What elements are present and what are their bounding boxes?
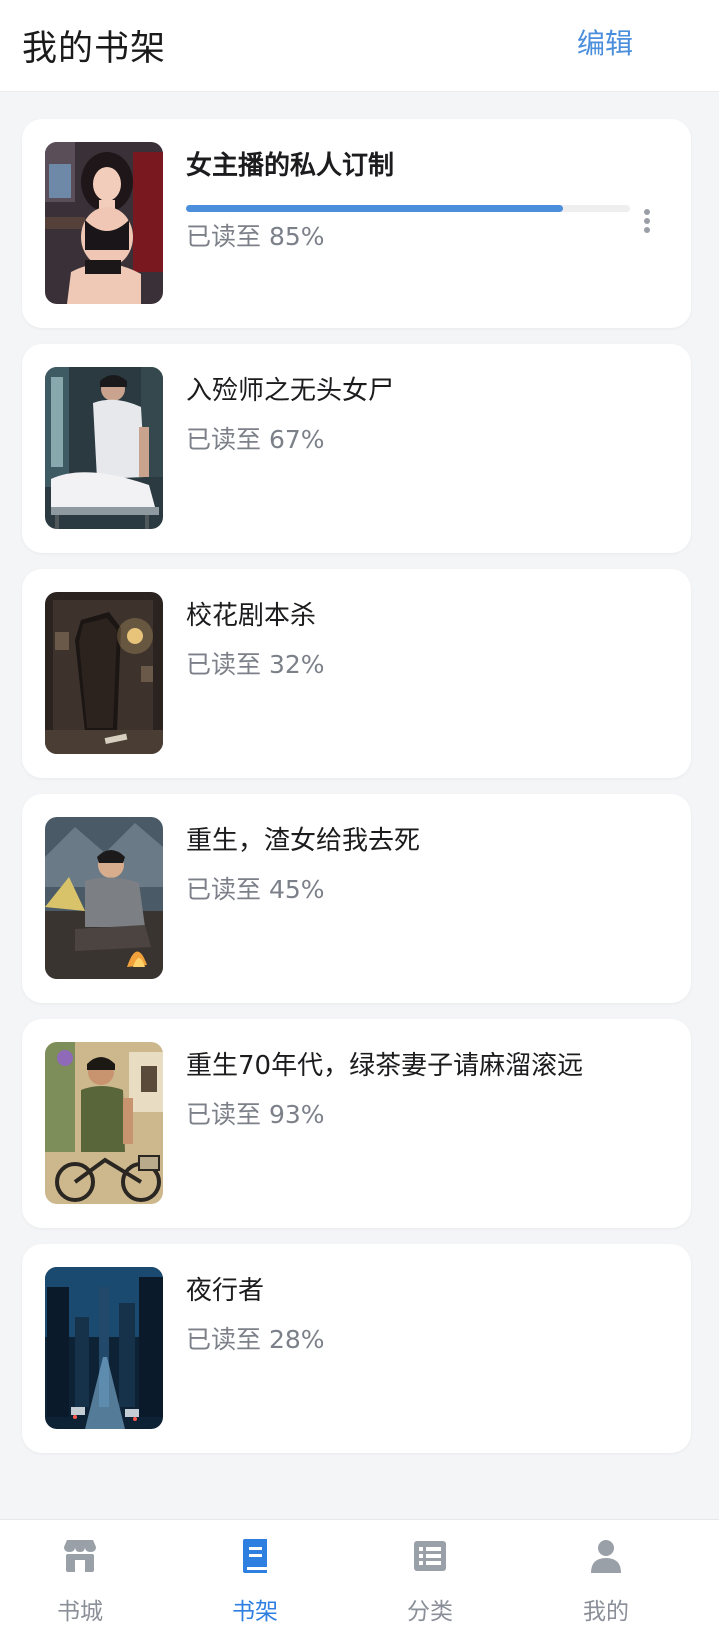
tab-bookshelf[interactable]: 书架 — [195, 1520, 315, 1634]
book-card[interactable]: 重生，渣女给我去死 已读至 45% — [22, 794, 691, 1003]
book-title: 重生，渣女给我去死 — [186, 826, 421, 856]
tab-label: 我的 — [583, 1599, 629, 1625]
store-icon — [64, 1540, 96, 1572]
book-card[interactable]: 入殓师之无头女尸 已读至 67% — [22, 344, 691, 553]
reading-progress-text: 已读至 67% — [186, 425, 325, 454]
book-cover-image[interactable] — [45, 1267, 163, 1429]
reading-progress-text: 已读至 45% — [186, 875, 325, 904]
page-title: 我的书架 — [22, 29, 167, 69]
book-cover-image[interactable] — [45, 142, 163, 304]
book-card[interactable]: 校花剧本杀 已读至 32% — [22, 569, 691, 778]
user-icon — [591, 1540, 621, 1573]
reading-progress-text: 已读至 28% — [186, 1325, 325, 1354]
reading-progress-text: 已读至 93% — [186, 1100, 325, 1129]
book-title: 重生70年代，绿茶妻子请麻溜滚远 — [186, 1051, 584, 1081]
tab-mine[interactable]: 我的 — [546, 1520, 666, 1634]
bottom-tab-bar: 书城 书架 分类 我的 — [0, 1519, 719, 1634]
book-title: 夜行者 — [186, 1276, 265, 1306]
more-options-icon[interactable] — [642, 209, 652, 239]
book-card[interactable]: 夜行者 已读至 28% — [22, 1244, 691, 1453]
book-icon — [243, 1539, 267, 1573]
edit-button[interactable]: 编辑 — [577, 22, 633, 62]
tab-bookstore[interactable]: 书城 — [20, 1520, 140, 1634]
reading-progress-bar — [186, 205, 630, 212]
reading-progress-text: 已读至 85% — [186, 222, 325, 251]
top-bar: 我的书架 编辑 — [0, 0, 719, 92]
list-icon — [414, 1541, 446, 1571]
book-cover-image[interactable] — [45, 1042, 163, 1204]
book-cover-image[interactable] — [45, 367, 163, 529]
tab-label: 书城 — [57, 1599, 103, 1625]
reading-progress-text: 已读至 32% — [186, 650, 325, 679]
book-title: 女主播的私人订制 — [186, 151, 395, 181]
tab-label: 书架 — [232, 1599, 278, 1625]
reading-progress-fill — [186, 205, 564, 212]
book-cover-image[interactable] — [45, 592, 163, 754]
book-title: 校花剧本杀 — [186, 601, 317, 631]
book-card[interactable]: 重生70年代，绿茶妻子请麻溜滚远 已读至 93% — [22, 1019, 691, 1228]
book-card[interactable]: 女主播的私人订制 已读至 85% — [22, 119, 691, 328]
book-title: 入殓师之无头女尸 — [186, 376, 395, 406]
tab-label: 分类 — [407, 1599, 453, 1625]
book-cover-image[interactable] — [45, 817, 163, 979]
tab-category[interactable]: 分类 — [370, 1520, 490, 1634]
